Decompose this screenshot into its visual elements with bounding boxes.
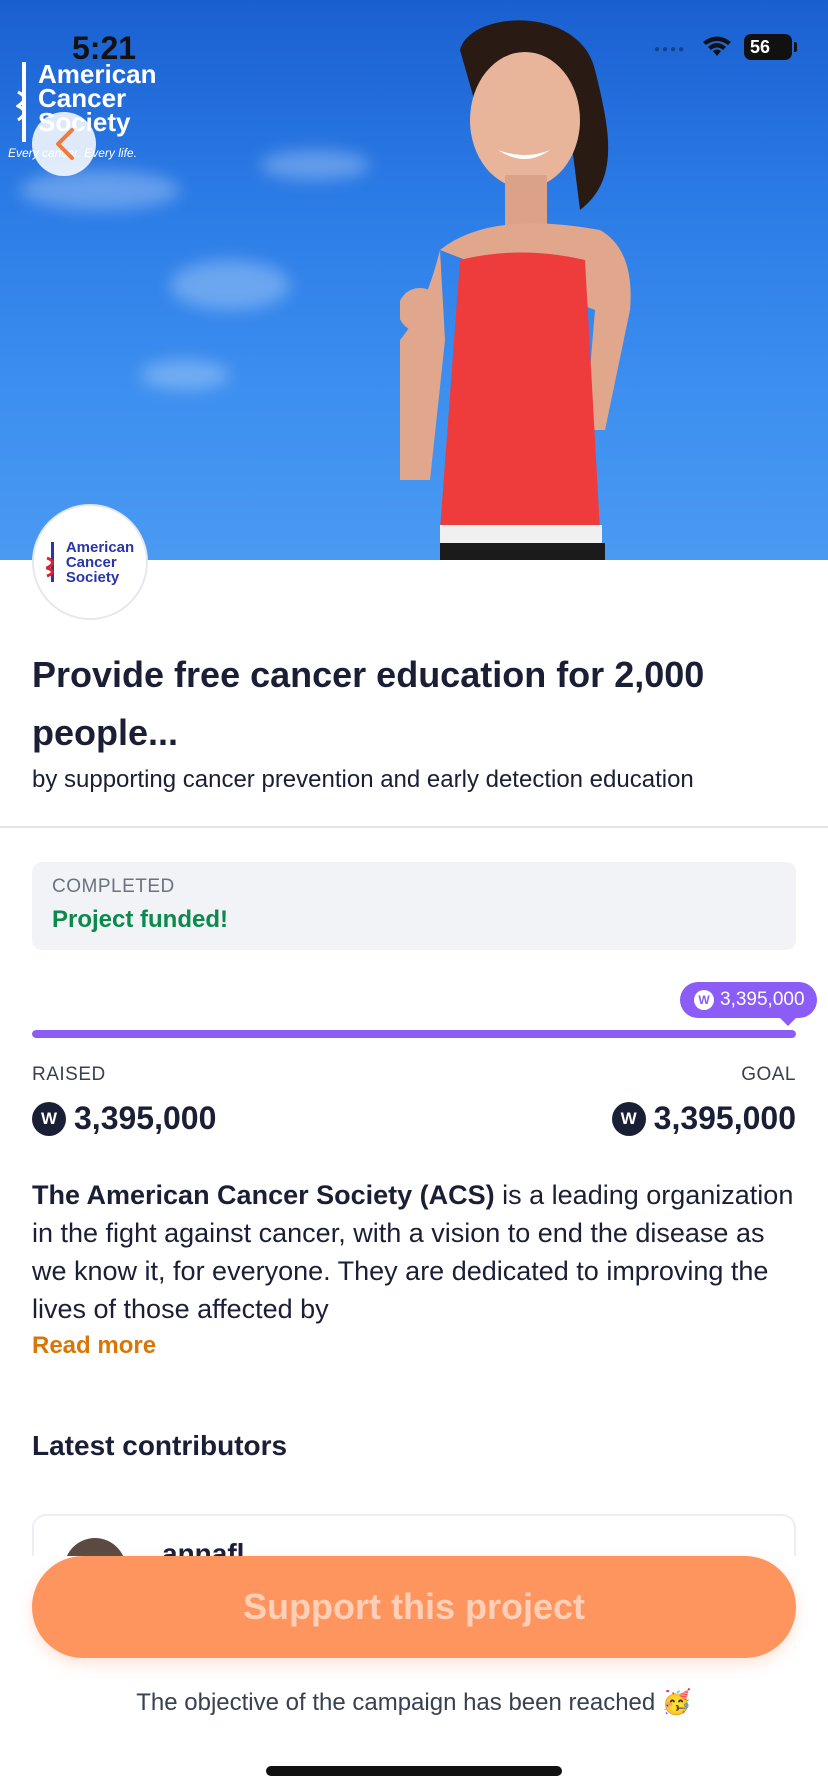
progress-bar xyxy=(32,1030,796,1038)
cloud xyxy=(140,360,230,390)
raised-amount: W 3,395,000 xyxy=(32,1100,216,1137)
org-logo-line-2: Cancer xyxy=(65,553,117,571)
currency-icon: W xyxy=(694,990,714,1010)
org-logo[interactable]: American Cancer Society xyxy=(32,504,148,620)
status-value: Project funded! xyxy=(52,906,229,933)
status-label: COMPLETED xyxy=(52,876,175,897)
support-project-button[interactable]: Support this project xyxy=(32,1556,796,1658)
home-indicator xyxy=(266,1766,562,1776)
contributors-title: Latest contributors xyxy=(32,1430,288,1461)
org-logo-line-3: Society xyxy=(65,568,120,586)
project-title: Provide free cancer education for 2,000 … xyxy=(32,654,705,753)
goal-amount-value: 3,395,000 xyxy=(653,1100,796,1136)
progress-bubble-amount: 3,395,000 xyxy=(720,989,805,1010)
status-icons: ●●●● 56 xyxy=(654,34,797,60)
project-description: The American Cancer Society (ACS) is a l… xyxy=(32,1176,796,1324)
goal-amount: W 3,395,000 xyxy=(611,1100,796,1137)
cloud xyxy=(170,260,290,310)
signal-icon: ●●●● xyxy=(654,44,687,55)
sword-icon xyxy=(16,62,26,142)
chevron-left-icon xyxy=(56,128,74,160)
wifi-icon xyxy=(703,36,731,56)
campaign-reached-text: The objective of the campaign has been r… xyxy=(136,1689,692,1716)
cloud xyxy=(20,170,180,210)
divider xyxy=(0,826,828,828)
project-subtitle: by supporting cancer prevention and earl… xyxy=(32,766,694,793)
back-button[interactable] xyxy=(32,112,96,176)
currency-icon: W xyxy=(611,1101,646,1136)
status-card: COMPLETED Project funded! xyxy=(32,862,796,950)
battery-icon: 56 xyxy=(744,34,797,60)
contributor-card[interactable]: annafl xyxy=(32,1514,796,1556)
sword-icon xyxy=(45,542,54,582)
runner-photo xyxy=(400,20,631,560)
goal-label: GOAL xyxy=(741,1064,796,1085)
org-logo-line-1: American xyxy=(65,538,135,556)
progress-amount-bubble: W 3,395,000 xyxy=(680,982,817,1026)
cloud xyxy=(260,150,370,180)
read-more-link[interactable]: Read more xyxy=(32,1332,156,1360)
contributor-name: annafl xyxy=(162,1538,245,1556)
avatar xyxy=(64,1538,126,1556)
raised-amount-value: 3,395,000 xyxy=(74,1100,217,1136)
raised-label: RAISED xyxy=(32,1064,106,1085)
currency-icon: W xyxy=(32,1101,66,1136)
progress-fill xyxy=(32,1030,796,1038)
description-org-name: The American Cancer Society (ACS) xyxy=(32,1180,495,1210)
